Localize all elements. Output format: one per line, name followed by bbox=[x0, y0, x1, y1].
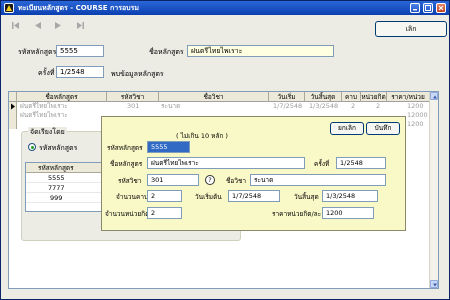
scroll-down-icon[interactable] bbox=[430, 280, 438, 288]
grid-header-subject-name[interactable]: ชื่อวิชา bbox=[159, 92, 269, 102]
sort-option-label: รหัสหลักสูตร bbox=[39, 144, 78, 152]
grid-header-start-date[interactable]: วันเริ่ม bbox=[269, 92, 305, 102]
course-window: ทะเบียนหลักสูตร - COURSE การอบรม เลิก รห… bbox=[0, 0, 450, 300]
grid-vertical-scrollbar[interactable] bbox=[429, 92, 438, 288]
subject-code-label: รหัสวิชา bbox=[118, 177, 142, 185]
sort-by-code-radio[interactable] bbox=[28, 143, 36, 151]
round-field[interactable]: 1/2548 bbox=[56, 66, 104, 78]
list-item-label: 7777 bbox=[48, 184, 65, 192]
save-button[interactable]: บันทึก bbox=[366, 122, 400, 135]
subject-lookup-button[interactable]: ? bbox=[205, 175, 215, 185]
current-row-indicator-icon bbox=[9, 102, 17, 111]
table-cell: 2 bbox=[376, 102, 381, 110]
grid-header-end-date[interactable]: วันสิ้นสุด bbox=[305, 92, 342, 102]
table-cell: ฝนตรีไทยไพเราะ bbox=[20, 111, 68, 119]
sort-group-title: จัดเรียงโดย bbox=[28, 127, 67, 138]
table-row[interactable]: ฝนตรีไทยไพเราะ 301 ระนาด 1/7/2548 1/3/25… bbox=[9, 102, 438, 111]
dialog-course-name-label: ชื่อหลักสูตร bbox=[110, 160, 143, 168]
end-date-label: วันสิ้นสุด bbox=[294, 193, 319, 201]
scroll-up-icon[interactable] bbox=[430, 92, 438, 100]
course-code-label: รหัสหลักสูตร bbox=[18, 48, 57, 56]
dialog-course-name-field[interactable]: ฝนตรีไทยไพเราะ bbox=[147, 157, 305, 169]
subject-name-field[interactable]: ระนาด bbox=[250, 174, 386, 186]
table-cell: 1200 bbox=[407, 120, 424, 128]
close-button[interactable] bbox=[436, 3, 446, 13]
start-date-field[interactable]: 1/7/2548 bbox=[228, 190, 280, 202]
grid-header-price[interactable]: ราคา/หน่วย bbox=[387, 92, 430, 102]
subject-name-label: ชื่อวิชา bbox=[226, 177, 247, 185]
price-label: ราคาหน่วยกิต/ละ bbox=[272, 210, 322, 218]
subject-code-field[interactable]: 301 bbox=[147, 174, 199, 186]
last-record-icon[interactable] bbox=[75, 21, 85, 30]
course-info-label: พบข้อมูลหลักสูตร bbox=[111, 70, 164, 78]
course-name-label: ชื่อหลักสูตร bbox=[149, 48, 184, 56]
price-field[interactable]: 1200 bbox=[322, 207, 374, 219]
table-cell: 1/3/2548 bbox=[309, 102, 339, 110]
credits-label: จำนวนหน่วยกิต bbox=[105, 210, 150, 218]
subject-edit-dialog: ( ไม่เกิน 10 หลัก ) รหัสหลักสูตร 5555 ยก… bbox=[101, 116, 406, 231]
round-label: ครั้งที่ bbox=[38, 69, 55, 77]
table-cell: 1200 bbox=[407, 102, 424, 110]
maximize-button[interactable] bbox=[423, 3, 433, 13]
row-selector bbox=[9, 120, 17, 129]
table-cell: 1/7/2548 bbox=[273, 102, 303, 110]
start-date-label: วันเริ่มต้น bbox=[195, 193, 222, 201]
grid-header: ชื่อหลักสูตร รหัสวิชา ชื่อวิชา วันเริ่ม … bbox=[9, 92, 438, 102]
dialog-course-code-label: รหัสหลักสูตร bbox=[107, 144, 143, 152]
minimize-button[interactable] bbox=[410, 3, 420, 13]
list-item-label: 999 bbox=[50, 194, 63, 202]
row-selector bbox=[9, 111, 17, 120]
window-title: ทะเบียนหลักสูตร - COURSE การอบรม bbox=[18, 4, 139, 12]
list-item-label: 5555 bbox=[48, 174, 65, 182]
app-icon bbox=[4, 3, 14, 13]
dialog-round-field[interactable]: 1/2548 bbox=[336, 157, 386, 169]
max-digits-hint: ( ไม่เกิน 10 หลัก ) bbox=[176, 132, 228, 140]
exit-button[interactable]: เลิก bbox=[375, 21, 447, 37]
table-cell: 301 bbox=[127, 102, 140, 110]
grid-header-subject-code[interactable]: รหัสวิชา bbox=[107, 92, 159, 102]
title-bar: ทะเบียนหลักสูตร - COURSE การอบรม bbox=[1, 1, 449, 15]
grid-header-course-name[interactable]: ชื่อหลักสูตร bbox=[17, 92, 107, 102]
table-cell: ฝนตรีไทยไพเราะ bbox=[20, 102, 68, 110]
grid-header-periods[interactable]: คาบ bbox=[342, 92, 361, 102]
grid-row-selector-header bbox=[9, 92, 17, 102]
table-cell: 12000 bbox=[407, 111, 428, 119]
periods-field[interactable]: 2 bbox=[147, 190, 182, 202]
course-name-field[interactable]: ฝนตรีไทยไพเราะ bbox=[187, 45, 334, 57]
grid-header-credits[interactable]: หน่วยกิต bbox=[361, 92, 387, 102]
cancel-button[interactable]: ยกเลิก bbox=[330, 122, 364, 135]
previous-record-icon[interactable] bbox=[33, 21, 43, 30]
next-record-icon[interactable] bbox=[53, 21, 63, 30]
dialog-course-code-field[interactable]: 5555 bbox=[147, 141, 190, 153]
periods-label: จำนวนคาบ bbox=[116, 193, 149, 201]
credits-field[interactable]: 2 bbox=[147, 207, 182, 219]
course-code-field[interactable]: 5555 bbox=[56, 45, 104, 57]
end-date-field[interactable]: 1/3/2548 bbox=[322, 190, 378, 202]
table-cell: 2 bbox=[351, 102, 356, 110]
dialog-round-label: ครั้งที่ bbox=[314, 160, 330, 168]
table-cell: ระนาด bbox=[161, 102, 181, 110]
first-record-icon[interactable] bbox=[11, 21, 21, 30]
